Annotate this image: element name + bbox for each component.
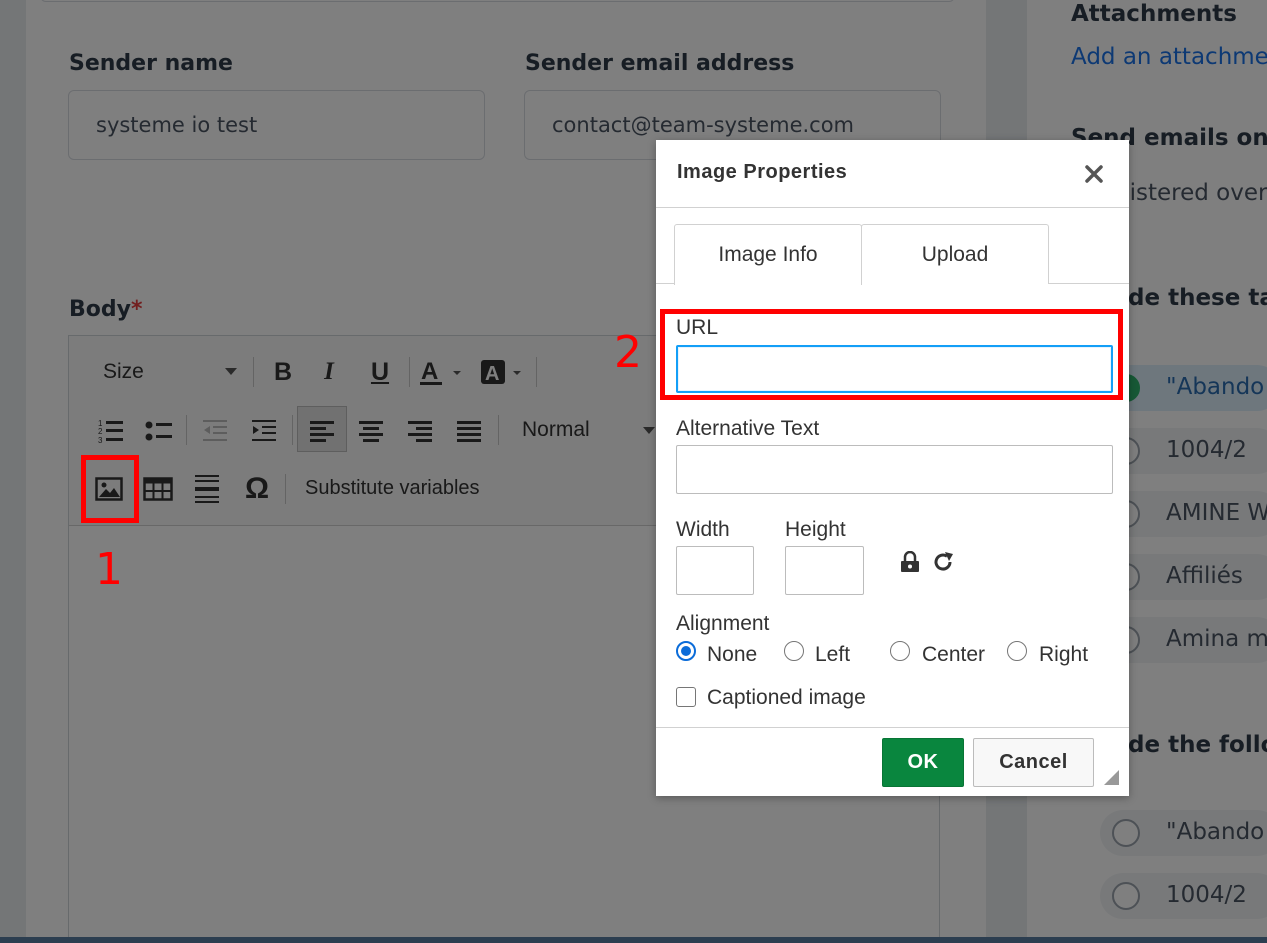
url-field-highlight [660,309,1123,400]
resize-handle-icon[interactable] [1104,770,1119,785]
alt-text-input[interactable] [676,445,1113,494]
image-button-highlight [81,455,139,523]
image-properties-dialog: Image Properties Image Info Upload URL A… [656,140,1129,796]
reset-size-icon[interactable] [932,549,956,575]
alt-text-label: Alternative Text [676,417,820,440]
taskbar-strip [0,937,1267,943]
align-center-radio[interactable] [890,641,910,661]
height-label: Height [785,518,846,541]
align-center-label: Center [922,643,986,666]
align-none-label: None [707,643,758,666]
dialog-header: Image Properties [656,140,1129,208]
dialog-title: Image Properties [677,161,848,183]
lock-ratio-icon[interactable] [899,549,921,575]
tab-image-info[interactable]: Image Info [674,224,862,285]
tab-upload[interactable]: Upload [861,224,1049,284]
width-label: Width [676,518,730,541]
width-input[interactable] [676,546,754,595]
align-right-radio[interactable] [1007,641,1027,661]
alignment-label: Alignment [676,612,770,635]
align-left-radio[interactable] [784,641,804,661]
captioned-image-checkbox[interactable] [676,687,696,707]
height-input[interactable] [785,546,864,595]
close-icon[interactable] [1080,160,1108,188]
cancel-button[interactable]: Cancel [973,738,1094,787]
align-left-label: Left [815,643,851,666]
step-number-1: 1 [95,544,123,595]
align-right-label: Right [1039,643,1089,666]
captioned-image-label: Captioned image [707,686,866,709]
step-number-2: 2 [614,327,642,378]
align-none-radio[interactable] [676,641,696,661]
ok-button[interactable]: OK [882,738,964,787]
